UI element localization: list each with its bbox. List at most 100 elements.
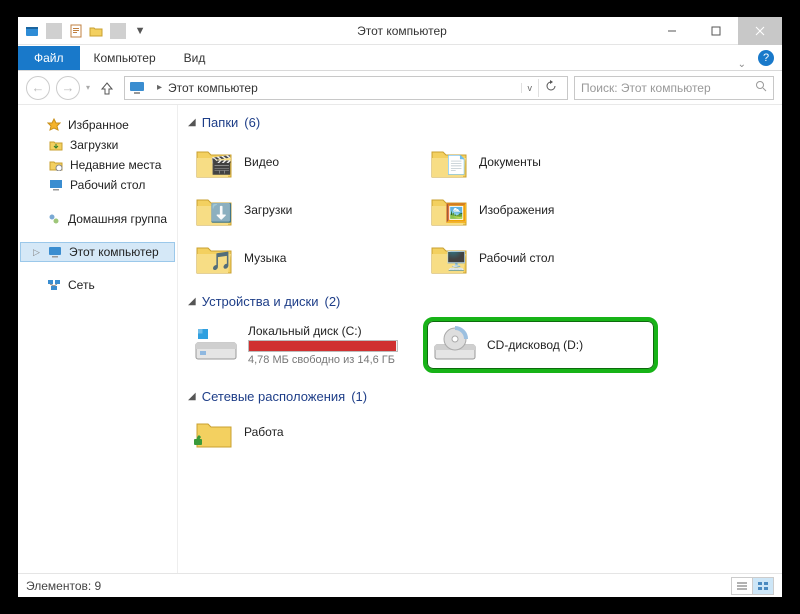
- group-count: (1): [351, 389, 367, 404]
- nav-label: Рабочий стол: [70, 178, 145, 192]
- refresh-button[interactable]: [538, 79, 563, 97]
- tab-view[interactable]: Вид: [170, 46, 220, 70]
- explorer-window: ▼ Этот компьютер Файл Компьютер Вид ⌄ ? …: [18, 17, 782, 597]
- nav-label: Домашняя группа: [68, 212, 167, 226]
- folder-item[interactable]: 🖼️ Изображения: [423, 186, 658, 234]
- folder-item[interactable]: 🖥️Рабочий стол: [423, 234, 658, 282]
- nav-fav-recent[interactable]: Недавние места: [18, 155, 177, 175]
- details-view-button[interactable]: [731, 577, 753, 595]
- nav-homegroup[interactable]: Домашняя группа: [18, 209, 177, 229]
- net-location-work[interactable]: Работа: [188, 412, 423, 452]
- folder-item[interactable]: 📄Документы: [423, 138, 658, 186]
- drive-label: CD-дисковод (D:): [487, 338, 583, 352]
- search-box[interactable]: Поиск: Этот компьютер: [574, 76, 774, 100]
- breadcrumb-this-pc[interactable]: Этот компьютер: [168, 81, 258, 95]
- folder-download-icon: [48, 137, 64, 153]
- group-header-folders[interactable]: ◢ Папки (6): [188, 111, 772, 138]
- nav-label: Этот компьютер: [69, 245, 159, 259]
- ribbon-tabs: Файл Компьютер Вид ⌄ ?: [18, 45, 782, 71]
- navigation-pane: Избранное Загрузки Недавние места Рабочи…: [18, 105, 178, 573]
- capacity-bar: [248, 340, 398, 352]
- collapse-caret-icon[interactable]: ◢: [188, 117, 196, 128]
- tiles-view-button[interactable]: [752, 577, 774, 595]
- separator: [110, 23, 126, 39]
- collapse-caret-icon[interactable]: ◢: [188, 391, 196, 402]
- history-dropdown-icon[interactable]: ▾: [86, 83, 90, 92]
- new-folder-icon[interactable]: [88, 23, 104, 39]
- group-title: Устройства и диски: [202, 294, 319, 309]
- drive-label: Локальный диск (C:): [248, 324, 398, 338]
- nav-this-pc[interactable]: ▷ Этот компьютер: [20, 242, 175, 262]
- group-count: (6): [244, 115, 260, 130]
- collapse-caret-icon[interactable]: ◢: [188, 296, 196, 307]
- nav-network[interactable]: Сеть: [18, 275, 177, 295]
- folder-icon: 🎬: [194, 144, 234, 180]
- folder-icon: 🖼️: [429, 192, 469, 228]
- search-placeholder: Поиск: Этот компьютер: [581, 81, 711, 95]
- view-toggle: [732, 577, 774, 595]
- computer-icon: [47, 244, 63, 260]
- nav-fav-downloads[interactable]: Загрузки: [18, 135, 177, 155]
- nav-favorites[interactable]: Избранное: [18, 115, 177, 135]
- separator: [46, 23, 62, 39]
- quick-access-toolbar: ▼: [18, 23, 154, 39]
- nav-fav-desktop[interactable]: Рабочий стол: [18, 175, 177, 195]
- star-icon: [46, 117, 62, 133]
- file-tab[interactable]: Файл: [18, 46, 80, 70]
- group-title: Сетевые расположения: [202, 389, 345, 404]
- tab-computer[interactable]: Компьютер: [80, 46, 170, 70]
- desktop-icon: [48, 177, 64, 193]
- forward-button[interactable]: →: [56, 76, 80, 100]
- homegroup-icon: [46, 211, 62, 227]
- folder-label: Документы: [479, 155, 541, 169]
- close-button[interactable]: [738, 17, 782, 45]
- folder-item[interactable]: 🎵 Музыка: [188, 234, 423, 282]
- network-folder-icon: [194, 414, 234, 450]
- status-bar: Элементов: 9: [18, 573, 782, 597]
- chevron-right-icon[interactable]: ▸: [151, 82, 168, 93]
- address-bar[interactable]: ▸ Этот компьютер v: [124, 76, 568, 100]
- properties-icon[interactable]: [68, 23, 84, 39]
- address-toolbar: ← → ▾ ▸ Этот компьютер v Поиск: Этот ком…: [18, 71, 782, 105]
- minimize-button[interactable]: [650, 17, 694, 45]
- network-icon: [46, 277, 62, 293]
- folder-label: Музыка: [244, 251, 286, 265]
- drive-c[interactable]: Локальный диск (C:) 4,78 МБ свободно из …: [188, 317, 423, 373]
- qat-dropdown-icon[interactable]: ▼: [132, 23, 148, 39]
- window-icon: [24, 23, 40, 39]
- folder-label: Изображения: [479, 203, 554, 217]
- ribbon-expand-icon[interactable]: ⌄: [730, 59, 754, 70]
- recent-icon: [48, 157, 64, 173]
- nav-label: Избранное: [68, 118, 129, 132]
- nav-label: Недавние места: [70, 158, 161, 172]
- folder-label: Видео: [244, 155, 279, 169]
- window-title: Этот компьютер: [154, 24, 650, 38]
- hdd-icon: [194, 325, 238, 365]
- expand-caret-icon[interactable]: ▷: [33, 247, 41, 258]
- maximize-button[interactable]: [694, 17, 738, 45]
- back-button[interactable]: ←: [26, 76, 50, 100]
- address-dropdown-icon[interactable]: v: [521, 83, 539, 93]
- folder-item[interactable]: 🎬 Видео: [188, 138, 423, 186]
- folder-label: Загрузки: [244, 203, 292, 217]
- drive-d-cd[interactable]: CD-дисковод (D:): [423, 317, 658, 373]
- folder-item[interactable]: ⬇️ Загрузки: [188, 186, 423, 234]
- folder-label: Рабочий стол: [479, 251, 554, 265]
- net-location-label: Работа: [244, 425, 284, 439]
- drive-free-space: 4,78 МБ свободно из 14,6 ГБ: [248, 354, 398, 366]
- group-header-net[interactable]: ◢ Сетевые расположения (1): [188, 385, 772, 412]
- up-button[interactable]: [96, 77, 118, 99]
- status-items-label: Элементов:: [26, 579, 91, 593]
- content-pane: ◢ Папки (6) 🎬 Видео 📄Документы ⬇️ Загрузки 🖼️…: [178, 105, 782, 573]
- folder-icon: ⬇️: [194, 192, 234, 228]
- computer-icon: [129, 81, 145, 95]
- group-title: Папки: [202, 115, 239, 130]
- nav-label: Сеть: [68, 278, 95, 292]
- group-header-devices[interactable]: ◢ Устройства и диски (2): [188, 290, 772, 317]
- group-count: (2): [325, 294, 341, 309]
- cd-drive-icon: [433, 325, 477, 365]
- search-icon: [755, 79, 767, 97]
- status-items-count: 9: [95, 579, 102, 593]
- folder-icon: 🎵: [194, 240, 234, 276]
- help-button[interactable]: ?: [758, 50, 774, 66]
